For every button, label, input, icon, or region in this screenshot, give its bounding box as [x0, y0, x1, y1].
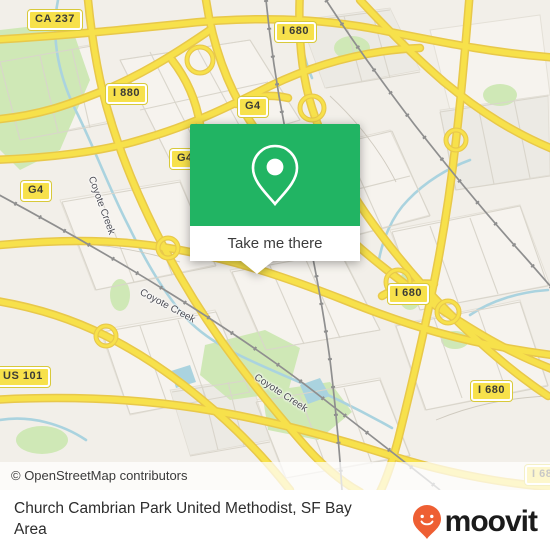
moovit-map-screen: CA 237 I 680 I 880 G4 G4 G4 I 680 US 101… — [0, 0, 550, 550]
road-shield-i-680-3[interactable]: I 680 — [471, 381, 512, 401]
osm-attribution-text: © OpenStreetMap contributors — [11, 468, 188, 483]
road-shield-ca-237[interactable]: CA 237 — [28, 10, 82, 30]
take-me-there-label: Take me there — [227, 235, 323, 252]
moovit-wordmark: moovit — [444, 505, 538, 538]
footer-bar: Church Cambrian Park United Methodist, S… — [0, 490, 550, 550]
take-me-there-button[interactable]: Take me there — [190, 226, 360, 261]
location-popup[interactable]: Take me there — [190, 124, 360, 274]
road-shield-i-680-1[interactable]: I 680 — [275, 22, 316, 42]
road-shield-us-101[interactable]: US 101 — [0, 367, 50, 387]
map-pin-icon — [251, 144, 299, 207]
moovit-pin-icon — [412, 505, 441, 539]
popup-header — [190, 124, 360, 226]
road-shield-g4-3[interactable]: G4 — [21, 181, 51, 201]
road-shield-i-880[interactable]: I 880 — [106, 84, 147, 104]
road-shield-i-680-2[interactable]: I 680 — [388, 284, 429, 304]
popup-tail — [241, 261, 273, 274]
road-shield-g4-1[interactable]: G4 — [238, 97, 268, 117]
place-title: Church Cambrian Park United Methodist, S… — [14, 500, 352, 538]
moovit-logo[interactable]: moovit — [411, 504, 538, 540]
osm-attribution: © OpenStreetMap contributors — [0, 462, 550, 490]
